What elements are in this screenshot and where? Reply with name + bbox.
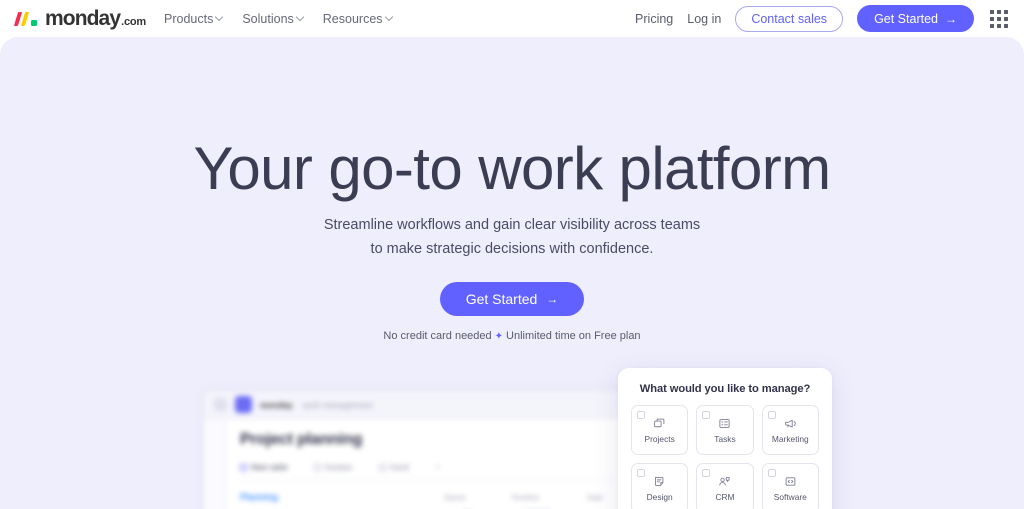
- checkbox[interactable]: [637, 469, 645, 477]
- hero-section: Your go-to work platform Streamline work…: [0, 37, 1024, 509]
- contact-sales-button[interactable]: Contact sales: [735, 5, 844, 32]
- hero-get-started-label: Get Started: [465, 291, 538, 307]
- product-brand-suffix: work management: [302, 399, 373, 410]
- kanban-icon: [313, 463, 321, 471]
- hero-subtitle-line-2: to make strategic decisions with confide…: [370, 241, 654, 258]
- product-sidebar: [204, 419, 226, 509]
- page-title: Your go-to work platform: [193, 135, 831, 202]
- gantt-icon: [378, 463, 386, 471]
- nav-item-label: Products: [164, 11, 214, 26]
- hero-disclaimer-right: Unlimited time on Free plan: [506, 330, 641, 342]
- manage-option-projects[interactable]: Projects: [631, 405, 689, 455]
- hero-get-started-button[interactable]: Get Started →: [439, 282, 585, 316]
- add-tab-icon: +: [435, 462, 441, 472]
- site-header: monday .com Products Solutions Resources…: [0, 0, 1024, 37]
- hero-disclaimer-left: No credit card needed: [383, 330, 492, 342]
- projects-icon: [653, 417, 666, 430]
- hero-disclaimer: No credit card needed ✦ Unlimited time on …: [0, 330, 1024, 342]
- manage-options-grid: Projects Tasks Marketing Design CRM Soft…: [618, 405, 832, 509]
- hero-subtitle-line-1: Streamline workflows and gain clear visi…: [323, 217, 701, 233]
- hero-subtitle: Streamline workflows and gain clear visi…: [0, 213, 1024, 262]
- manage-selection-card: What would you like to manage? Projects: [618, 368, 832, 509]
- checkbox[interactable]: [767, 469, 776, 477]
- apps-grid-icon[interactable]: [990, 9, 1008, 28]
- board-tab-label: Main table: [251, 462, 288, 472]
- checkbox[interactable]: [702, 469, 711, 477]
- header-get-started-label: Get Started: [874, 11, 938, 26]
- manage-card-title: What would you like to manage?: [639, 383, 811, 395]
- hamburger-icon: [214, 398, 227, 411]
- manage-option-tasks[interactable]: Tasks: [696, 405, 754, 455]
- pricing-link[interactable]: Pricing: [635, 12, 673, 26]
- arrow-right-icon: →: [945, 11, 957, 26]
- header-actions: Pricing Log in Contact sales Get Started…: [635, 5, 1012, 32]
- nav-item-label: Resources: [322, 11, 383, 26]
- checkbox[interactable]: [637, 411, 645, 419]
- design-icon: [653, 475, 666, 488]
- software-icon: [784, 475, 797, 488]
- column-header: Timeline: [510, 492, 540, 502]
- manage-option-label: Tasks: [714, 433, 736, 444]
- board-tab-label: Kanban: [324, 462, 353, 472]
- product-logo-icon: [235, 396, 252, 413]
- monday-logo[interactable]: monday .com: [13, 7, 146, 30]
- chevron-down-icon: [216, 14, 223, 21]
- manage-option-label: Marketing: [771, 433, 809, 444]
- nav-item-resources[interactable]: Resources: [323, 12, 393, 26]
- manage-option-label: Design: [646, 491, 673, 502]
- manage-option-marketing[interactable]: Marketing: [761, 405, 819, 455]
- login-link[interactable]: Log in: [687, 12, 721, 26]
- primary-nav: Products Solutions Resources: [164, 12, 393, 26]
- column-header: Owner: [443, 492, 467, 502]
- manage-option-label: Projects: [644, 433, 675, 444]
- header-get-started-button[interactable]: Get Started →: [857, 5, 974, 32]
- monday-logo-icon: [13, 12, 42, 26]
- manage-option-crm[interactable]: CRM: [696, 463, 754, 509]
- manage-option-label: CRM: [715, 491, 735, 502]
- crm-icon: [718, 475, 731, 488]
- board-tab-kanban: Kanban: [313, 462, 353, 472]
- page-root: monday .com Products Solutions Resources…: [0, 0, 1024, 509]
- board-tab-label: Gantt: [389, 462, 410, 472]
- board-tab-gantt: Gantt: [378, 462, 410, 472]
- hero-cta-container: Get Started →: [0, 282, 1024, 316]
- nav-item-products[interactable]: Products: [164, 12, 223, 26]
- megaphone-icon: [784, 417, 797, 430]
- manage-option-design[interactable]: Design: [631, 463, 689, 509]
- checkbox[interactable]: [767, 411, 776, 419]
- manage-option-label: Software: [773, 491, 807, 502]
- product-brand: monday: [260, 399, 293, 410]
- table-icon: [240, 463, 247, 471]
- logo-wordmark: monday: [45, 7, 121, 30]
- logo-tld: .com: [121, 16, 146, 28]
- tasks-icon: [718, 417, 731, 430]
- nav-item-label: Solutions: [242, 11, 294, 26]
- board-group-title: Planning: [240, 492, 278, 502]
- nav-item-solutions[interactable]: Solutions: [242, 12, 303, 26]
- arrow-right-icon: →: [546, 292, 559, 306]
- manage-option-software[interactable]: Software: [761, 463, 819, 509]
- sparkle-icon: ✦: [494, 331, 504, 342]
- chevron-down-icon: [386, 14, 393, 21]
- chevron-down-icon: [297, 14, 304, 21]
- checkbox[interactable]: [702, 411, 711, 419]
- board-tab-main-table: Main table: [240, 462, 288, 472]
